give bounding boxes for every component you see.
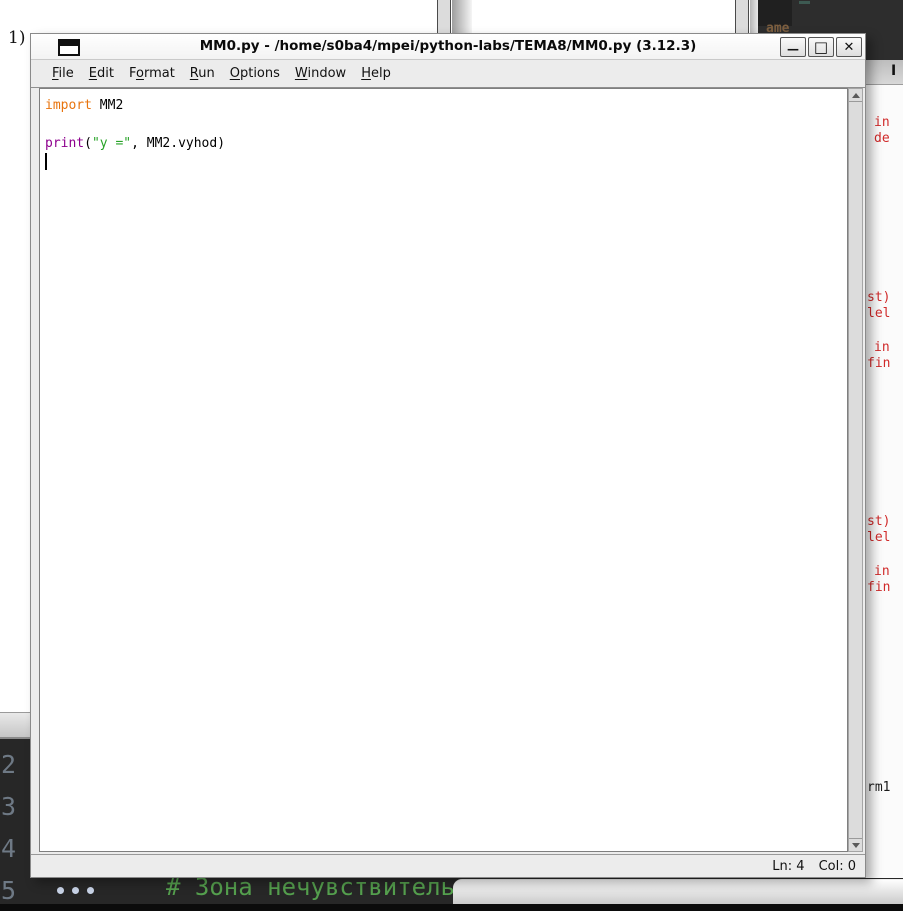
- code-token: , MM2.vyhod): [131, 136, 225, 151]
- code-token: (: [84, 136, 92, 151]
- window-controls: — □ ✕: [780, 37, 862, 57]
- menu-label: F: [129, 66, 136, 81]
- line-number: 5: [1, 878, 19, 904]
- text-cursor: [45, 153, 47, 170]
- background-right-window: I: [866, 60, 903, 878]
- page-annotation: 1): [8, 28, 25, 48]
- red-text-fragment: in: [874, 565, 890, 579]
- triangle-down-icon: [852, 843, 860, 848]
- code-token: import: [45, 98, 92, 113]
- status-line: Ln: 4: [772, 859, 804, 874]
- scrollbar-up-arrow[interactable]: [849, 89, 862, 102]
- red-text-fragment: lel: [867, 531, 890, 545]
- scrollbar-down-arrow[interactable]: [849, 838, 862, 851]
- red-text-fragment: st): [867, 515, 890, 529]
- red-text-fragment: st): [867, 291, 890, 305]
- code-token: "y =": [92, 136, 131, 151]
- maximize-button[interactable]: □: [808, 37, 834, 57]
- code-editor[interactable]: import MM2 print("y =", MM2.vyhod): [39, 88, 848, 852]
- red-text-fragment: in: [874, 116, 890, 130]
- menu-file[interactable]: File: [51, 64, 75, 83]
- red-text-fragment: de: [874, 132, 890, 146]
- red-text-fragment: lel: [867, 307, 890, 321]
- header-text-fragment: I: [891, 63, 896, 79]
- menu-label: E: [89, 66, 97, 81]
- menu-label: un: [198, 66, 214, 81]
- menu-label: dit: [97, 66, 114, 81]
- background-window-shadow: [750, 0, 758, 33]
- background-overlay-panel: [453, 879, 903, 905]
- close-button[interactable]: ✕: [836, 37, 862, 57]
- menu-label: ptions: [240, 66, 280, 81]
- maximize-icon: □: [814, 38, 828, 56]
- editor-row: import MM2 print("y =", MM2.vyhod): [38, 88, 863, 852]
- window-title: MM0.py - /home/s0ba4/mpei/python-labs/TE…: [31, 38, 865, 54]
- triangle-up-icon: [852, 93, 860, 98]
- menu-label: ile: [59, 66, 74, 81]
- menubar: File Edit Format Run Options Window Help: [31, 60, 865, 88]
- menu-edit[interactable]: Edit: [88, 64, 115, 83]
- titlebar[interactable]: MM0.py - /home/s0ba4/mpei/python-labs/TE…: [31, 34, 865, 60]
- menu-label: R: [190, 66, 198, 81]
- code-token: print: [45, 136, 84, 151]
- background-scrollbar[interactable]: [437, 0, 451, 33]
- background-right-window-header: I: [866, 60, 903, 85]
- red-text-fragment: fin: [867, 581, 890, 595]
- editor-scrollbar[interactable]: [848, 88, 863, 852]
- menu-label: H: [361, 66, 371, 81]
- menu-label: indow: [307, 66, 346, 81]
- status-col: Col: 0: [819, 859, 856, 874]
- dark-text-fragment: rm1: [867, 781, 890, 795]
- menu-label: O: [230, 66, 240, 81]
- minimize-icon: —: [787, 42, 799, 56]
- whitespace-dot: [72, 887, 79, 894]
- background-teal-mark: [799, 1, 810, 4]
- red-text-fragment: in: [874, 341, 890, 355]
- code-token: MM2: [92, 98, 123, 113]
- whitespace-dot: [57, 887, 64, 894]
- code-text: import MM2 print("y =", MM2.vyhod): [40, 89, 847, 153]
- menu-label: elp: [371, 66, 391, 81]
- statusbar: Ln: 4 Col: 0: [31, 854, 865, 877]
- menu-format[interactable]: Format: [128, 64, 176, 83]
- background-scrollbar[interactable]: [735, 0, 749, 33]
- red-text-fragment: fin: [867, 357, 890, 371]
- menu-label: rmat: [144, 66, 175, 81]
- menu-options[interactable]: Options: [229, 64, 281, 83]
- menu-help[interactable]: Help: [360, 64, 392, 83]
- line-number: 4: [1, 836, 19, 862]
- background-window-shadow: [452, 0, 472, 33]
- menu-label: W: [295, 66, 308, 81]
- screen: ame I in de st) lel in fin st) lel in fi…: [0, 0, 903, 911]
- menu-window[interactable]: Window: [294, 64, 347, 83]
- close-icon: ✕: [844, 40, 855, 55]
- scrollbar-thumb[interactable]: [849, 102, 862, 838]
- line-number: 3: [1, 794, 19, 820]
- minimize-button[interactable]: —: [780, 37, 806, 57]
- menu-run[interactable]: Run: [189, 64, 216, 83]
- idle-editor-window: MM0.py - /home/s0ba4/mpei/python-labs/TE…: [30, 33, 866, 878]
- bottom-black-bar: [0, 904, 903, 911]
- line-number: 2: [1, 752, 19, 778]
- whitespace-dot: [87, 887, 94, 894]
- menu-label: o: [136, 66, 144, 81]
- background-window-bottom-edge: [0, 712, 30, 739]
